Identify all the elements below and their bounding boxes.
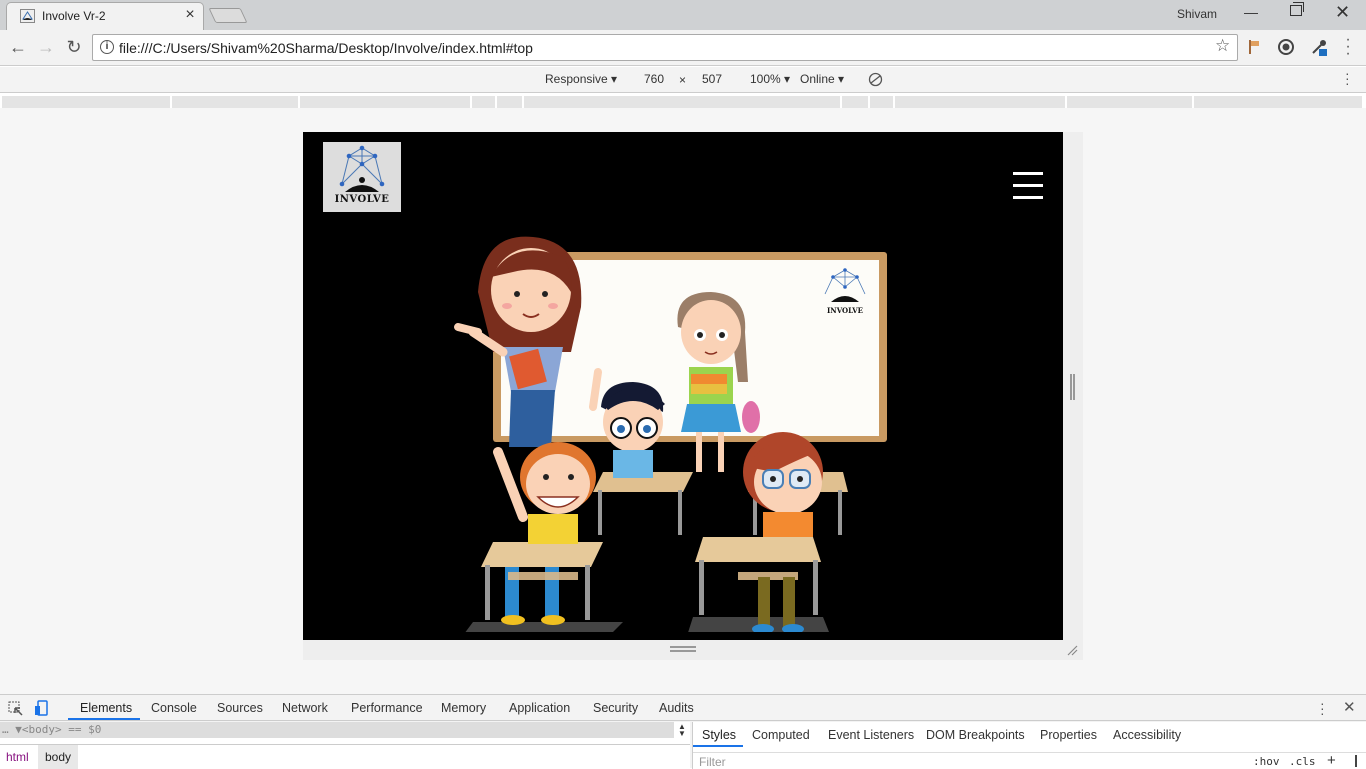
browser-tab-strip: Involve Vr-2 × Shivam — ✕	[0, 0, 1366, 30]
browser-tab[interactable]: Involve Vr-2 ×	[6, 2, 204, 30]
tab-close-icon[interactable]: ×	[182, 6, 198, 24]
device-toolbar: Responsive ▾ 760 × 507 100% ▾ Online ▾ ·…	[0, 66, 1366, 93]
extension-flag-icon[interactable]	[1246, 38, 1264, 56]
devtools-menu-icon[interactable]: · · ·	[1320, 696, 1325, 720]
style-sidebar-icon[interactable]	[1351, 755, 1361, 767]
styles-filter-input[interactable]: Filter	[699, 755, 726, 769]
tab-styles[interactable]: Styles	[702, 728, 736, 742]
breadcrumb: html body	[0, 744, 690, 769]
hover-state-toggle[interactable]: :hov	[1253, 755, 1280, 768]
styles-active-indicator	[693, 745, 743, 747]
window-close-icon[interactable]: ✕	[1335, 2, 1350, 23]
media-query-segment[interactable]	[300, 96, 472, 108]
selected-dom-node[interactable]: … ▼<body> == $0	[0, 722, 674, 738]
network-throttle-select[interactable]: Online ▾	[800, 72, 844, 86]
media-query-segment[interactable]	[1194, 96, 1364, 108]
zoom-select[interactable]: 100% ▾	[750, 72, 790, 86]
device-toggle-icon[interactable]	[34, 700, 50, 716]
page-hero: INVOLVE INVOLVE	[303, 132, 1063, 640]
tab-memory[interactable]: Memory	[441, 701, 486, 715]
scroll-arrows-icon[interactable]: ▲ ▼	[678, 723, 686, 738]
tab-sources[interactable]: Sources	[217, 701, 263, 715]
tab-audits[interactable]: Audits	[659, 701, 694, 715]
media-query-segment[interactable]	[870, 96, 895, 108]
class-toggle[interactable]: .cls	[1289, 755, 1316, 768]
device-mode-select[interactable]: Responsive ▾	[545, 72, 617, 86]
new-tab-button[interactable]	[208, 8, 248, 23]
url-text[interactable]: file:///C:/Users/Shivam%20Sharma/Desktop…	[119, 40, 533, 56]
minimize-icon[interactable]: —	[1244, 4, 1258, 20]
devtools-tab-bar: Elements Console Sources Network Perform…	[0, 695, 1366, 721]
tab-console[interactable]: Console	[151, 701, 197, 715]
browser-toolbar: ← → ↻ i file:///C:/Users/Shivam%20Sharma…	[0, 30, 1366, 66]
tab-properties[interactable]: Properties	[1040, 728, 1097, 742]
devtools-panel: Elements Console Sources Network Perform…	[0, 694, 1366, 769]
viewport-height-input[interactable]: 507	[702, 72, 722, 86]
styles-filter-row: Filter :hov .cls +	[693, 752, 1366, 769]
devtools-close-icon[interactable]: ✕	[1343, 698, 1356, 716]
media-query-bar	[2, 96, 1364, 108]
dimension-separator: ×	[679, 73, 687, 87]
breadcrumb-body[interactable]: body	[38, 745, 79, 769]
restore-icon[interactable]	[1290, 2, 1304, 16]
media-query-segment[interactable]	[895, 96, 1067, 108]
tab-computed[interactable]: Computed	[752, 728, 810, 742]
record-extension-icon[interactable]	[1277, 38, 1295, 56]
device-mode-label: Responsive	[545, 72, 608, 86]
site-info-icon[interactable]: i	[100, 40, 114, 54]
media-query-segment[interactable]	[2, 96, 172, 108]
viewport-resize-right-handle[interactable]	[1070, 374, 1075, 400]
profile-name[interactable]: Shivam	[1177, 7, 1217, 21]
breadcrumb-html[interactable]: html	[6, 750, 29, 764]
elements-pane: … ▼<body> == $0 ▲ ▼ html body	[0, 722, 690, 769]
media-query-segment[interactable]	[524, 96, 842, 108]
classroom-illustration: INVOLVE	[454, 236, 887, 632]
media-query-segment[interactable]	[842, 96, 870, 108]
forward-arrow-icon[interactable]: →	[36, 37, 56, 58]
back-arrow-icon[interactable]: ←	[8, 37, 28, 58]
device-toolbar-menu-icon[interactable]: · · ·	[1345, 66, 1350, 90]
media-query-segment[interactable]	[1067, 96, 1194, 108]
browser-menu-icon[interactable]: · · ·	[1343, 32, 1353, 62]
page-favicon-icon	[20, 9, 35, 23]
media-query-segment[interactable]	[172, 96, 300, 108]
tab-accessibility[interactable]: Accessibility	[1113, 728, 1181, 742]
rotate-icon[interactable]	[868, 72, 883, 87]
logo-network-icon	[339, 145, 385, 192]
media-query-segment[interactable]	[497, 96, 524, 108]
tab-dom-breakpoints[interactable]: DOM Breakpoints	[926, 728, 1025, 742]
student-boy-raised-hand-figure	[493, 442, 596, 625]
bookmark-star-icon[interactable]: ☆	[1215, 36, 1230, 56]
reload-icon[interactable]: ↻	[64, 37, 84, 58]
site-logo[interactable]: INVOLVE	[323, 142, 401, 212]
zoom-label: 100%	[750, 72, 781, 86]
logo-text: INVOLVE	[334, 194, 390, 205]
eyedropper-extension-icon[interactable]	[1310, 38, 1328, 56]
inspect-element-icon[interactable]	[8, 701, 23, 716]
media-query-segment[interactable]	[472, 96, 497, 108]
new-style-rule-button[interactable]: +	[1327, 752, 1336, 769]
active-tab-indicator	[68, 718, 140, 720]
tab-performance[interactable]: Performance	[351, 701, 423, 715]
viewport-resize-corner-handle[interactable]	[1066, 644, 1078, 656]
board-logo-text: INVOLVE	[827, 306, 863, 315]
tab-security[interactable]: Security	[593, 701, 638, 715]
viewport-resize-bottom-handle[interactable]	[670, 646, 696, 652]
address-bar[interactable]: i file:///C:/Users/Shivam%20Sharma/Deskt…	[92, 34, 1238, 61]
network-label: Online	[800, 72, 835, 86]
styles-pane: Styles Computed Event Listeners DOM Brea…	[692, 722, 1366, 769]
tab-elements[interactable]: Elements	[80, 701, 132, 715]
tab-event-listeners[interactable]: Event Listeners	[828, 728, 914, 742]
hamburger-menu-icon[interactable]	[1013, 172, 1043, 199]
tab-network[interactable]: Network	[282, 701, 328, 715]
viewport-width-input[interactable]: 760	[644, 72, 664, 86]
tab-title: Involve Vr-2	[42, 9, 106, 23]
tab-application[interactable]: Application	[509, 701, 570, 715]
